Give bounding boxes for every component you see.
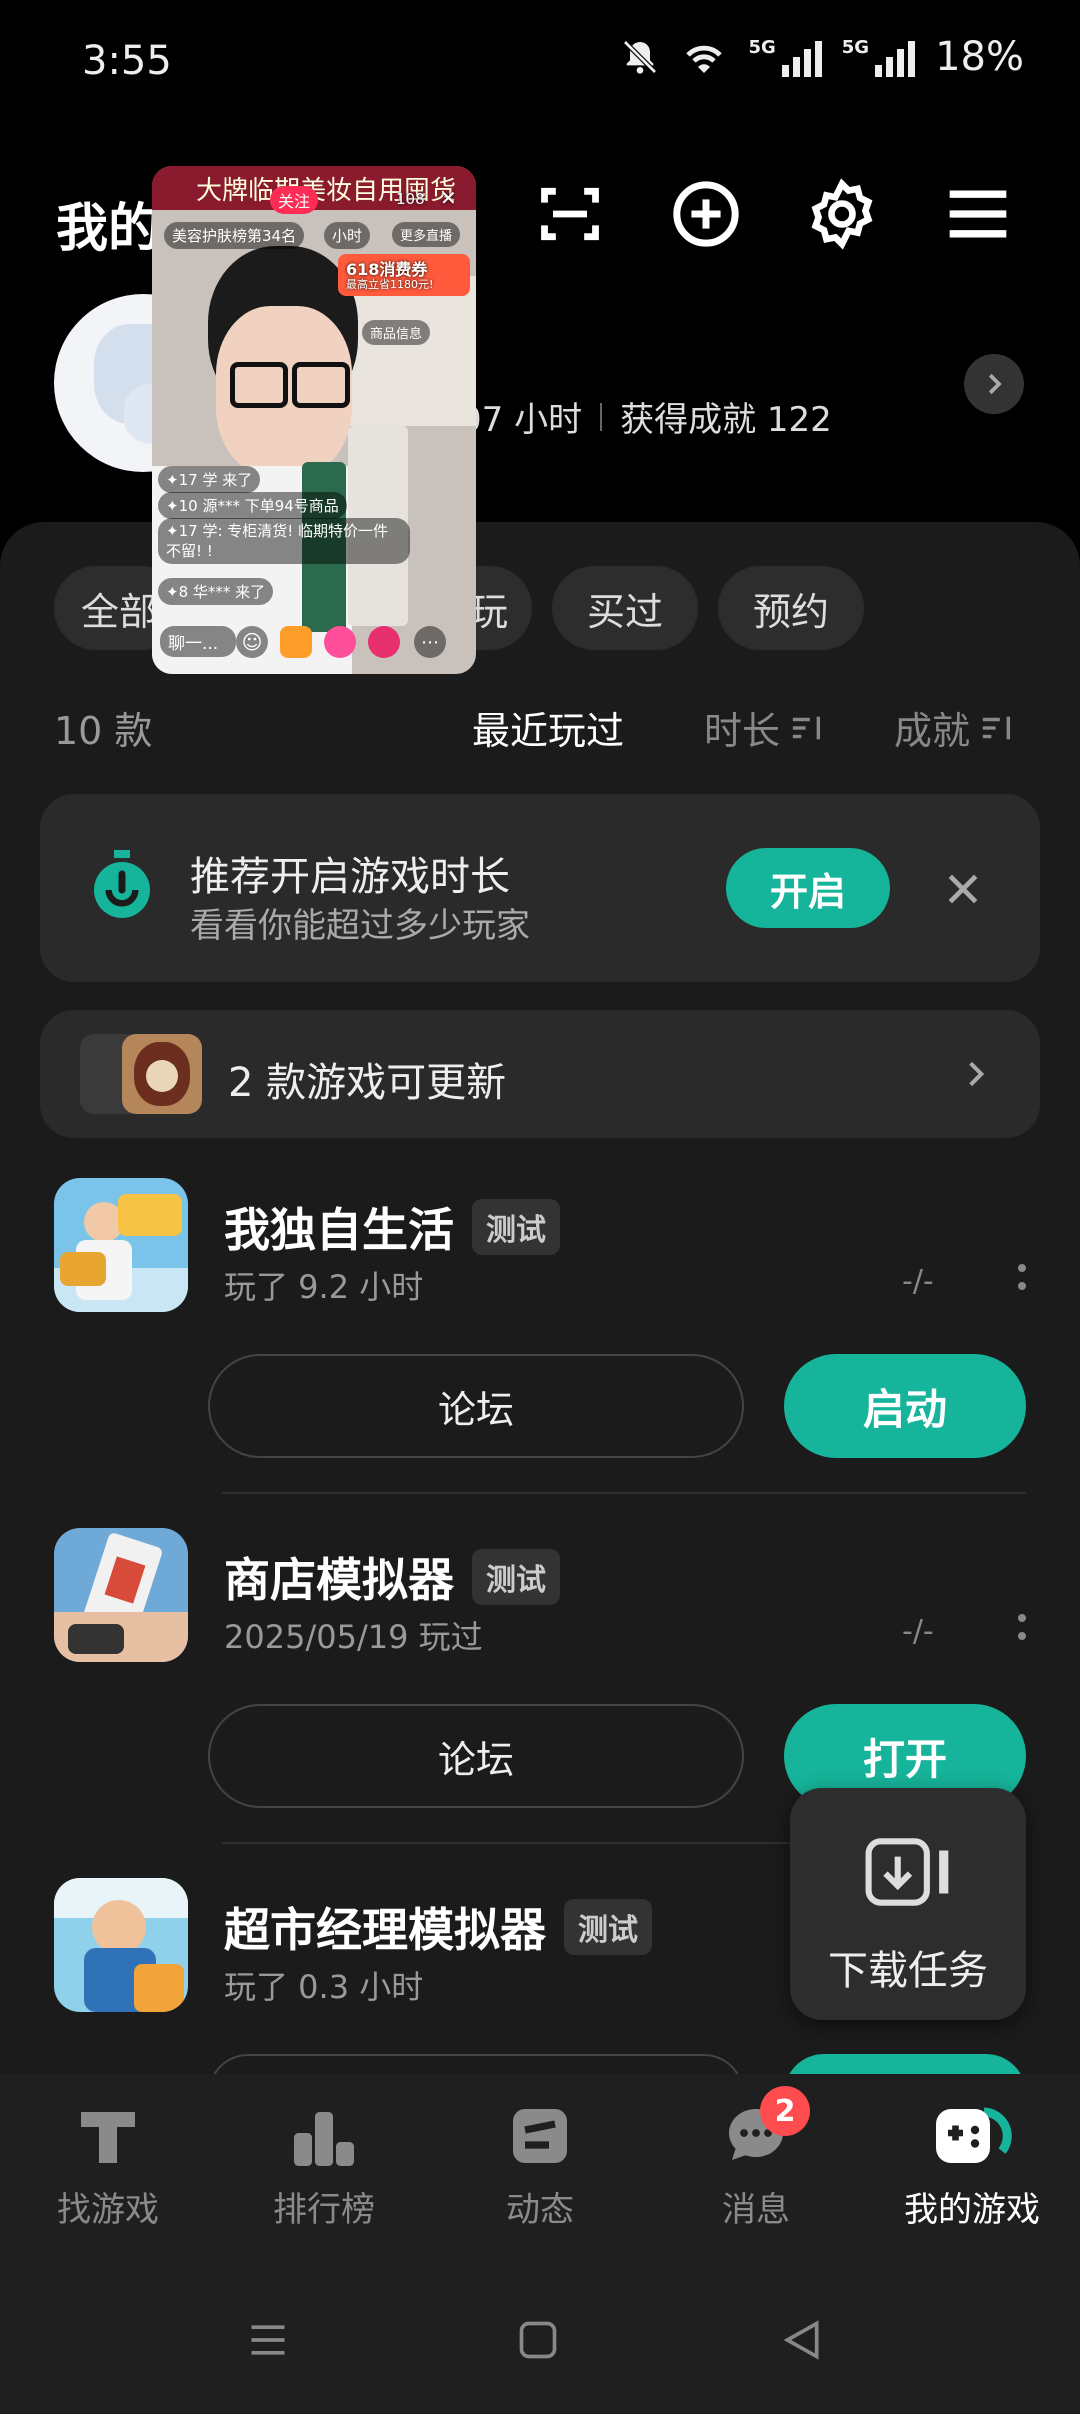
game-last-played: 2025/05/19 玩过 bbox=[224, 1618, 483, 1656]
menu-icon[interactable] bbox=[942, 178, 1014, 250]
bell-off-icon bbox=[623, 40, 658, 74]
sort-achievement[interactable]: 成就 bbox=[894, 700, 1014, 755]
download-tasks-popup[interactable]: 下载任务 bbox=[790, 1788, 1026, 2020]
stopwatch-icon bbox=[90, 850, 154, 926]
cart-icon[interactable] bbox=[280, 626, 312, 658]
live-comment: ✦17 学 来了 bbox=[158, 466, 261, 493]
live-stream-overlay[interactable]: 大牌临期美妆自用囤货 关注 108 ✕ 美容护肤榜第34名 小时 更多直播 61… bbox=[152, 166, 476, 674]
more-options-icon[interactable]: ⋯ bbox=[414, 626, 446, 658]
achievement-count: 获得成就 122 bbox=[620, 400, 832, 440]
hour-badge: 小时 bbox=[324, 222, 371, 249]
filter-chip-reserved[interactable]: 预约 bbox=[718, 566, 864, 650]
page-title: 我的 bbox=[56, 199, 161, 259]
more-icon[interactable] bbox=[1016, 1264, 1028, 1290]
wifi-icon bbox=[686, 45, 723, 73]
status-time: 3:55 bbox=[82, 38, 172, 84]
nav-messages[interactable]: 消息 bbox=[648, 2100, 864, 2231]
filter-chip-bought[interactable]: 买过 bbox=[552, 566, 698, 650]
game-count: 10 款 bbox=[54, 709, 153, 753]
nav-feed[interactable]: 动态 bbox=[432, 2100, 648, 2231]
game-achievement: -/- bbox=[902, 1614, 934, 1649]
update-game-icon-2 bbox=[122, 1034, 202, 1114]
recommend-title: 推荐开启游戏时长 bbox=[190, 854, 510, 900]
scan-icon[interactable] bbox=[534, 178, 606, 250]
profile-arrow-button[interactable] bbox=[964, 354, 1024, 414]
overlay-close-icon[interactable]: ✕ bbox=[440, 186, 457, 210]
game-title[interactable]: 超市经理模拟器 测试 bbox=[224, 1894, 652, 1960]
launch-button[interactable]: 启动 bbox=[784, 1354, 1026, 1458]
battery-level: 18% bbox=[935, 34, 1024, 80]
gear-icon[interactable] bbox=[806, 178, 878, 250]
my-games-icon bbox=[936, 2107, 1012, 2163]
find-games-icon bbox=[81, 2112, 135, 2163]
more-live-link[interactable]: 更多直播 bbox=[392, 222, 461, 247]
live-comment: ✦10 源*** 下单94号商品 bbox=[158, 492, 347, 519]
divider bbox=[222, 1492, 1026, 1494]
test-tag: 测试 bbox=[472, 1199, 560, 1255]
sort-icon bbox=[982, 716, 1011, 739]
rank-badge: 美容护肤榜第34名 bbox=[164, 222, 305, 249]
game-icon[interactable] bbox=[54, 1878, 188, 2012]
product-info-link[interactable]: 商品信息 bbox=[362, 320, 431, 345]
cell-signal-icon-2: 5G bbox=[842, 37, 916, 77]
sort-duration[interactable]: 时长 bbox=[704, 700, 824, 755]
home-icon[interactable] bbox=[516, 2318, 560, 2366]
feed-icon bbox=[513, 2109, 567, 2163]
sort-recent[interactable]: 最近玩过 bbox=[472, 700, 624, 755]
enable-button[interactable]: 开启 bbox=[726, 848, 890, 928]
update-text: 2 款游戏可更新 bbox=[228, 1060, 507, 1106]
download-tasks-label: 下载任务 bbox=[828, 1948, 988, 1994]
nav-find-games[interactable]: 找游戏 bbox=[0, 2100, 216, 2231]
recommend-subtitle: 看看你能超过多少玩家 bbox=[190, 906, 530, 946]
like-icon[interactable] bbox=[368, 626, 400, 658]
cell-signal-icon: 5G bbox=[748, 37, 822, 77]
game-title[interactable]: 商店模拟器 测试 bbox=[224, 1544, 560, 1610]
game-achievement: -/- bbox=[902, 1264, 934, 1299]
live-comment: ✦17 学: 专柜清货! 临期特价一件不留! ! bbox=[158, 518, 410, 564]
add-icon[interactable] bbox=[670, 178, 742, 250]
coupon-card[interactable]: 618消费券 最高立省1180元! bbox=[338, 254, 470, 296]
live-comment: ✦8 华*** 来了 bbox=[158, 578, 274, 605]
forum-button[interactable]: 论坛 bbox=[208, 1354, 744, 1458]
message-badge: 2 bbox=[760, 2086, 810, 2136]
nav-ranking[interactable]: 排行榜 bbox=[216, 2100, 432, 2231]
test-tag: 测试 bbox=[472, 1549, 560, 1605]
playtime-total: 07 小时 bbox=[460, 400, 583, 440]
live-chat-input[interactable]: 聊一... bbox=[160, 626, 236, 657]
back-icon[interactable] bbox=[780, 2316, 824, 2368]
ranking-icon bbox=[294, 2112, 354, 2166]
nav-my-games[interactable]: 我的游戏 bbox=[864, 2100, 1080, 2231]
test-tag: 测试 bbox=[564, 1899, 652, 1955]
game-playtime: 玩了 9.2 小时 bbox=[224, 1268, 424, 1306]
gift-icon[interactable] bbox=[324, 626, 356, 658]
close-icon[interactable] bbox=[944, 870, 982, 912]
forum-button[interactable]: 论坛 bbox=[208, 1704, 744, 1808]
profile-stats: 07 小时 获得成就 122 bbox=[460, 392, 832, 441]
recents-icon[interactable] bbox=[246, 2318, 290, 2366]
sort-icon bbox=[792, 716, 821, 739]
game-icon[interactable] bbox=[54, 1528, 188, 1662]
chevron-right-icon bbox=[988, 373, 1002, 395]
viewer-count: 108 bbox=[396, 190, 425, 208]
game-playtime: 玩了 0.3 小时 bbox=[224, 1968, 424, 2006]
download-icon bbox=[865, 1838, 949, 1906]
follow-button[interactable]: 关注 bbox=[270, 186, 318, 214]
game-title[interactable]: 我独自生活 测试 bbox=[224, 1194, 560, 1260]
more-icon[interactable] bbox=[1016, 1614, 1028, 1640]
status-bar: 3:55 5G 5G 18% bbox=[0, 0, 1080, 120]
game-icon[interactable] bbox=[54, 1178, 188, 1312]
emoji-icon[interactable]: ☺ bbox=[236, 626, 268, 658]
chevron-right-icon bbox=[960, 1056, 992, 1096]
status-icons: 5G 5G 18% bbox=[620, 34, 1024, 80]
